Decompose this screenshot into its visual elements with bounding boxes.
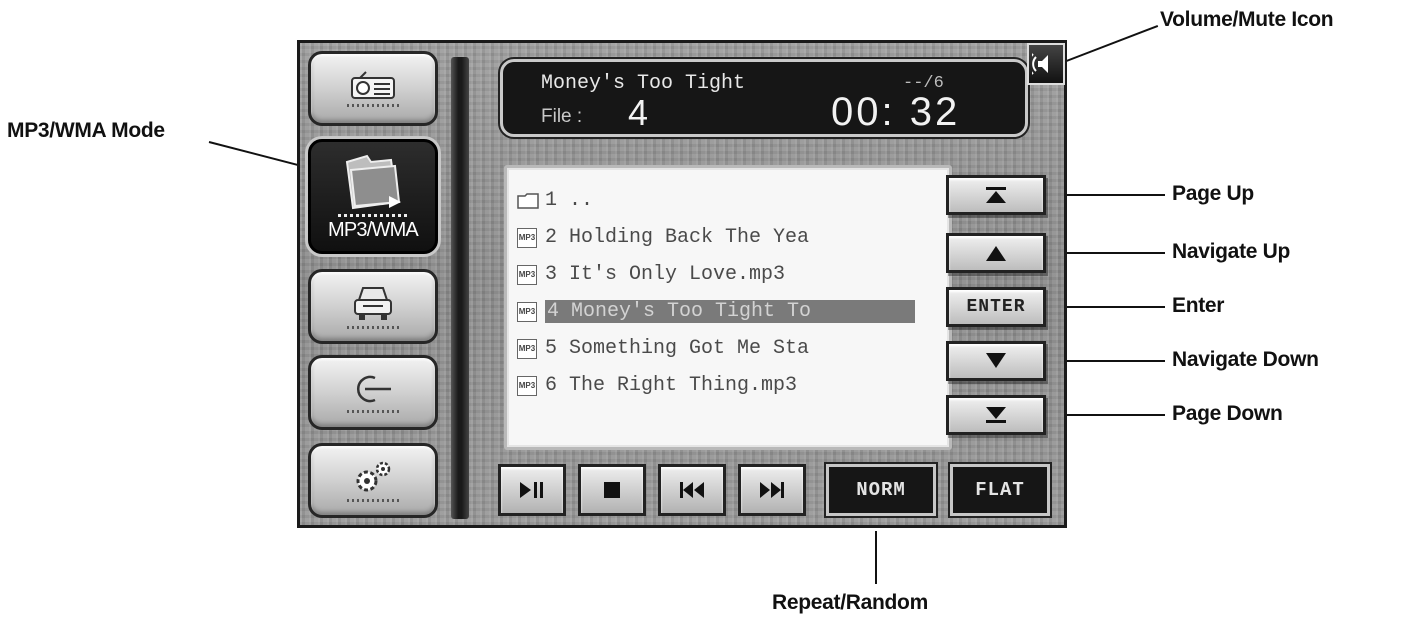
list-item[interactable]: MP3 2 Holding Back The Yea (517, 219, 949, 256)
page-down-button[interactable] (946, 395, 1046, 435)
navigate-down-button[interactable] (946, 341, 1046, 381)
mode-input-button[interactable] (308, 355, 438, 430)
mode-settings-button[interactable] (308, 443, 438, 518)
list-item-label: 4 Money's Too Tight To (545, 300, 915, 323)
repeat-random-label: NORM (856, 479, 906, 501)
arrow-up-icon (986, 246, 1006, 261)
mode-mp3-wma-button[interactable]: MP3/WMA (308, 139, 438, 254)
stop-icon (604, 482, 620, 498)
next-track-button[interactable] (738, 464, 806, 516)
eq-button[interactable]: FLAT (950, 464, 1050, 516)
folder-icon (517, 192, 545, 210)
mp3-file-icon: MP3 (517, 301, 537, 322)
callout-repeat-random: Repeat/Random (772, 591, 928, 614)
mp3-file-icon: MP3 (517, 375, 537, 396)
callout-navigate-up: Navigate Up (1172, 240, 1291, 263)
mp3-file-icon: MP3 (517, 227, 537, 248)
stop-button[interactable] (578, 464, 646, 516)
eq-label: FLAT (975, 479, 1025, 501)
car-icon (354, 287, 392, 320)
mode-dots (347, 104, 399, 107)
enter-label: ENTER (966, 297, 1026, 317)
mp3-file-icon: MP3 (517, 338, 537, 359)
mode-dots (347, 410, 399, 413)
now-playing-display: Money's Too Tight --/6 File : 4 00: 32 (500, 59, 1028, 137)
list-item[interactable]: MP3 5 Something Got Me Sta (517, 330, 949, 367)
list-item[interactable]: MP3 3 It's Only Love.mp3 (517, 256, 949, 293)
mode-dots (338, 213, 408, 217)
page-up-button[interactable] (946, 175, 1046, 215)
file-list: 1 .. MP3 2 Holding Back The Yea MP3 3 It… (504, 165, 952, 450)
callout-volume-mute: Volume/Mute Icon (1160, 8, 1334, 31)
enter-button[interactable]: ENTER (946, 287, 1046, 327)
callout-page-down: Page Down (1172, 402, 1283, 425)
input-icon (357, 375, 391, 403)
repeat-random-button[interactable]: NORM (826, 464, 936, 516)
callout-mp3-wma-mode: MP3/WMA Mode (7, 119, 165, 142)
navigate-up-button[interactable] (946, 233, 1046, 273)
play-pause-button[interactable] (498, 464, 566, 516)
callout-enter: Enter (1172, 294, 1225, 317)
page-up-icon (986, 187, 1006, 203)
list-item-label: 1 .. (545, 189, 594, 212)
divider-bar (451, 57, 469, 519)
callout-navigate-down: Navigate Down (1172, 348, 1319, 371)
page-down-icon (986, 407, 1006, 423)
gears-icon (356, 461, 391, 492)
speaker-icon (1032, 53, 1048, 75)
file-number: 4 (628, 92, 649, 133)
play-pause-icon (520, 482, 543, 498)
mode-car-button[interactable] (308, 269, 438, 344)
callout-page-up: Page Up (1172, 182, 1254, 205)
volume-mute-button[interactable] (1027, 43, 1065, 85)
skip-back-icon (680, 482, 704, 498)
list-item[interactable]: 1 .. (517, 182, 949, 219)
mode-dots (347, 499, 399, 502)
mode-mp3-wma-label: MP3/WMA (328, 218, 419, 241)
file-label: File : (541, 106, 583, 127)
radio-icon (351, 71, 395, 99)
mode-dots (347, 326, 399, 329)
mp3-file-icon: MP3 (517, 264, 537, 285)
list-item[interactable]: MP3 6 The Right Thing.mp3 (517, 367, 949, 404)
arrow-down-icon (986, 353, 1006, 368)
mode-radio-button[interactable] (308, 51, 438, 126)
skip-forward-icon (760, 482, 784, 498)
list-item-label: 3 It's Only Love.mp3 (545, 263, 786, 286)
previous-track-button[interactable] (658, 464, 726, 516)
list-item-label: 5 Something Got Me Sta (545, 337, 810, 360)
list-item-selected[interactable]: MP3 4 Money's Too Tight To (517, 293, 949, 330)
elapsed-time: 00: 32 (831, 90, 961, 134)
leader-repeat-random (875, 531, 877, 584)
list-item-label: 2 Holding Back The Yea (545, 226, 810, 249)
list-item-label: 6 The Right Thing.mp3 (545, 374, 798, 397)
head-unit-screen: MP3/WMA Money's Too Tight --/6 File: 4 … (297, 40, 1067, 528)
folder-icon (345, 154, 401, 209)
